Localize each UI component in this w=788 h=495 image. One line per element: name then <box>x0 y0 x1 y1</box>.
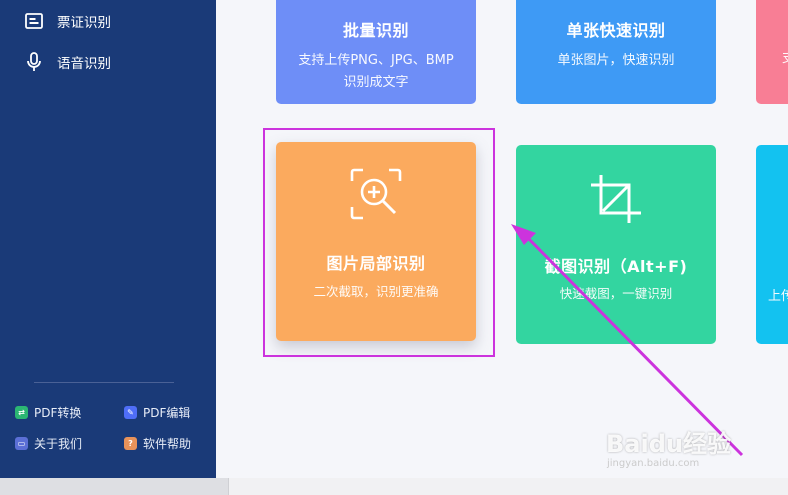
bottom-bar-segment <box>0 478 229 495</box>
baidu-watermark: Baidu经验 <box>606 430 731 458</box>
bottom-status-bar <box>0 478 788 495</box>
watermark-url: jingyan.baidu.com <box>607 458 700 469</box>
annotation-arrow <box>511 224 744 457</box>
